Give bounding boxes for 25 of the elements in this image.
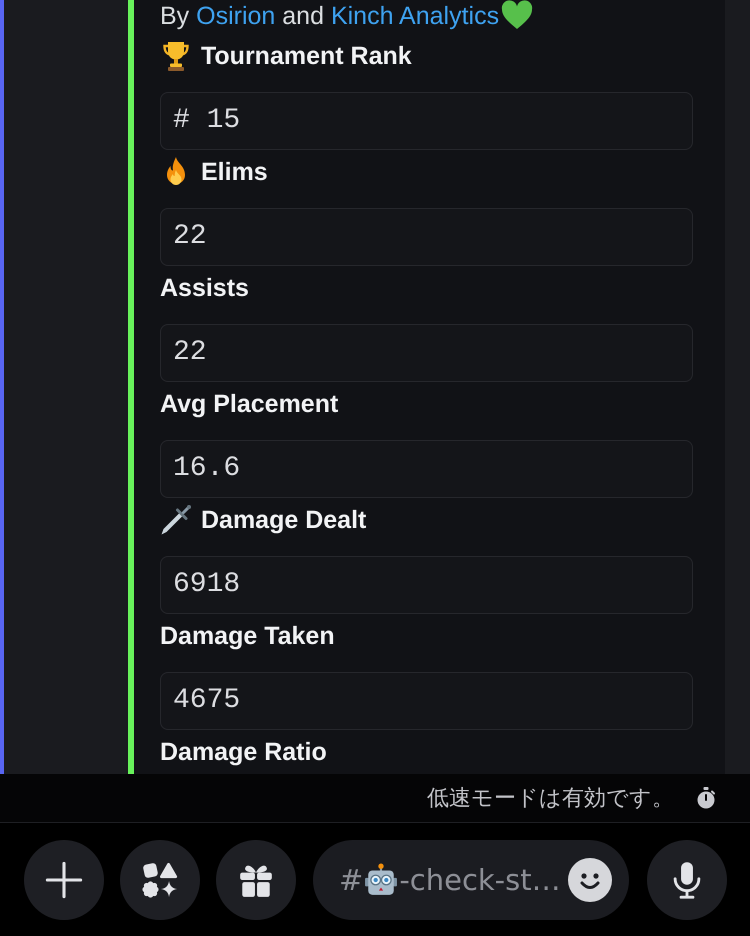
stat-value: 16.6 [160,440,693,498]
stat-value: 6918 [160,556,693,614]
stat-value: 4675 [160,672,693,730]
stat-value: 22 [160,208,693,266]
stat-label: Damage Ratio [160,737,327,767]
author-link[interactable]: Kinch Analytics [330,2,500,30]
stat-label: Assists [160,273,249,303]
stat-label: Elims [201,157,268,187]
stat-value: # 15 [160,92,693,150]
author-link[interactable]: Osirion [196,2,276,30]
stopwatch-icon [696,787,716,809]
stat-label: Tournament Rank [201,41,412,71]
emoji-button[interactable] [568,858,612,902]
byline-text: By Osirion and Kinch Analytics [160,0,693,34]
dagger-icon [160,504,192,536]
robot-icon [364,862,398,896]
stat-label: Damage Dealt [201,505,366,535]
stat-label: Damage Taken [160,621,335,651]
slow-mode-notice: 低速モードは有効です。 [427,784,674,812]
message-field[interactable]: # -check-st… [313,840,629,920]
stat-value: 22 [160,324,693,382]
apps-icon [141,860,179,898]
heart-icon [501,0,534,30]
plus-icon [45,860,83,898]
stat-label: Avg Placement [160,389,338,419]
